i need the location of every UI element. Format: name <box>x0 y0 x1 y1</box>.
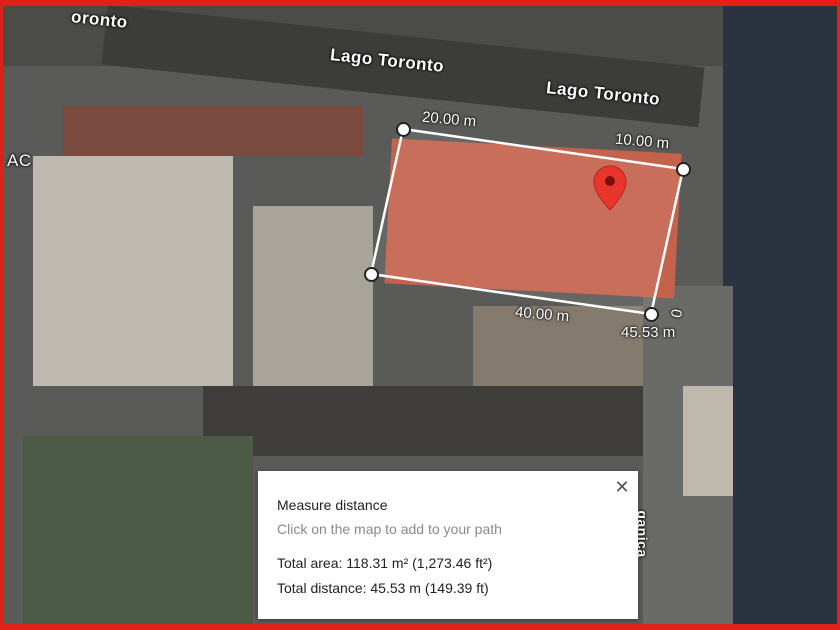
path-vertex-2[interactable] <box>676 162 691 177</box>
screenshot-frame: Lago Toronto Lago Toronto oronto AC gani… <box>0 0 840 630</box>
total-distance: Total distance: 45.53 m (149.39 ft) <box>277 580 489 596</box>
measure-distance-panel: ✕ Measure distance Click on the map to a… <box>258 471 638 619</box>
path-vertex-1[interactable] <box>396 122 411 137</box>
measure-label-5: 45.53 m <box>621 324 676 341</box>
measure-polygon <box>369 127 685 316</box>
close-icon[interactable]: ✕ <box>612 477 632 497</box>
road-label-left: AC <box>7 151 32 170</box>
map-pin-icon[interactable] <box>592 164 628 212</box>
path-vertex-3[interactable] <box>644 307 659 322</box>
panel-title: Measure distance <box>277 497 388 513</box>
panel-hint: Click on the map to add to your path <box>277 521 502 537</box>
total-area: Total area: 118.31 m² (1,273.46 ft²) <box>277 555 493 571</box>
path-vertex-4[interactable] <box>364 267 379 282</box>
satellite-map[interactable]: Lago Toronto Lago Toronto oronto AC gani… <box>3 6 837 624</box>
